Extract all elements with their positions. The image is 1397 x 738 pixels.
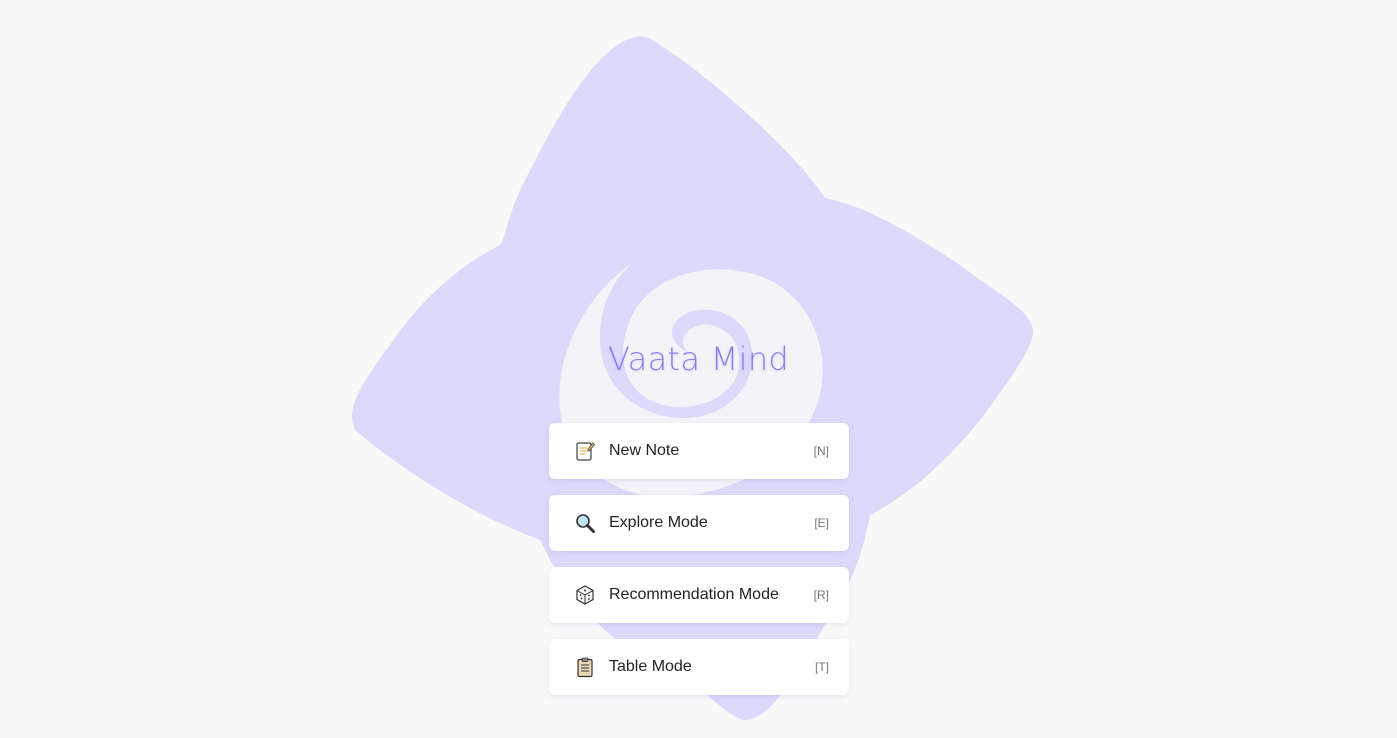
- new-note-shortcut: [N]: [813, 444, 829, 458]
- explore-mode-label: Explore Mode: [609, 514, 708, 531]
- explore-mode-button[interactable]: Explore Mode [E]: [549, 495, 849, 551]
- mode-menu: New Note [N] Explore Mode [E] Recommenda…: [549, 423, 849, 711]
- new-note-button[interactable]: New Note [N]: [549, 423, 849, 479]
- new-note-label: New Note: [609, 442, 680, 459]
- memo-icon: [573, 439, 597, 463]
- dice-icon: [573, 583, 597, 607]
- table-mode-button[interactable]: Table Mode [T]: [549, 639, 849, 695]
- magnifier-icon: [573, 511, 597, 535]
- table-mode-shortcut: [T]: [815, 660, 829, 674]
- clipboard-icon: [573, 655, 597, 679]
- home-screen: Vaata Mind New Note [N] Explore Mode [E]…: [0, 0, 1397, 738]
- recommendation-mode-button[interactable]: Recommendation Mode [R]: [549, 567, 849, 623]
- app-title: Vaata Mind: [607, 340, 790, 378]
- recommendation-mode-label: Recommendation Mode: [609, 586, 779, 603]
- explore-mode-shortcut: [E]: [814, 516, 829, 530]
- recommendation-mode-shortcut: [R]: [813, 588, 829, 602]
- table-mode-label: Table Mode: [609, 658, 692, 675]
